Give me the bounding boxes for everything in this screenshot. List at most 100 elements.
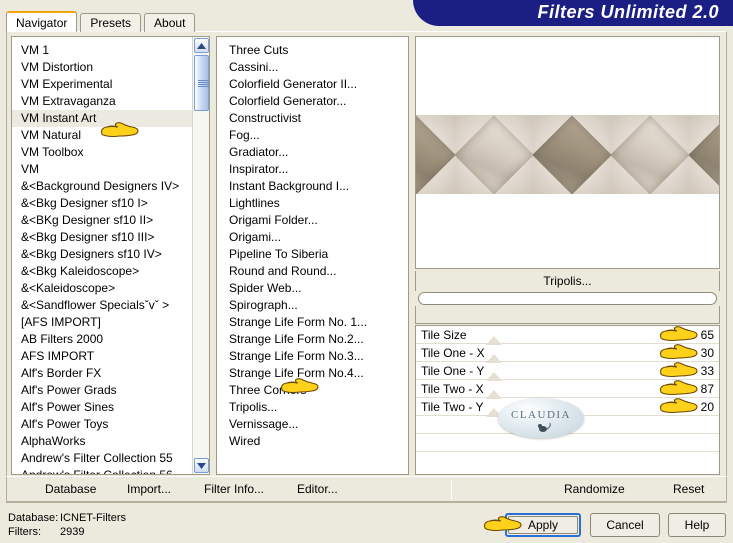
filter-item[interactable]: Three Cuts bbox=[217, 42, 408, 59]
filter-item[interactable]: Wired bbox=[217, 433, 408, 450]
preview-image[interactable] bbox=[415, 36, 720, 269]
slider-value: 30 bbox=[700, 346, 714, 360]
filter-item[interactable]: Colorfield Generator... bbox=[217, 93, 408, 110]
tab-navigator[interactable]: Navigator bbox=[6, 11, 78, 32]
filter-item[interactable]: Instant Background I... bbox=[217, 178, 408, 195]
scrollbar-grip-icon bbox=[198, 80, 209, 87]
progress-bar-area bbox=[415, 306, 720, 324]
menu-import[interactable]: Import... bbox=[127, 481, 171, 498]
tab-about[interactable]: About bbox=[144, 13, 196, 32]
category-item[interactable]: Alf's Power Toys bbox=[12, 416, 192, 433]
parameter-slider-list[interactable]: Tile Size 65 Tile One - X 30 Tile One - Y 33 T… bbox=[415, 325, 720, 475]
preview-tile bbox=[689, 115, 719, 194]
filter-item[interactable]: Inspirator... bbox=[217, 161, 408, 178]
scrollbar-thumb[interactable] bbox=[194, 55, 209, 111]
menu-separator bbox=[451, 480, 452, 499]
filter-item[interactable]: Spider Web... bbox=[217, 280, 408, 297]
slider-label: Tile Two - Y bbox=[421, 400, 484, 414]
category-item[interactable]: &<Background Designers IV> bbox=[12, 178, 192, 195]
help-button-label: Help bbox=[684, 518, 710, 532]
category-item[interactable]: VM bbox=[12, 161, 192, 178]
category-item[interactable]: VM Distortion bbox=[12, 59, 192, 76]
scroll-up-icon[interactable] bbox=[194, 38, 209, 53]
filter-item[interactable]: Origami... bbox=[217, 229, 408, 246]
category-item[interactable]: &<Kaleidoscope> bbox=[12, 280, 192, 297]
filter-item[interactable]: Three Corners bbox=[217, 382, 408, 399]
progress-bar bbox=[418, 292, 717, 305]
filter-item[interactable]: Spirograph... bbox=[217, 297, 408, 314]
filter-item[interactable]: Tripolis... bbox=[217, 399, 408, 416]
category-item[interactable]: &<Bkg Designer sf10 III> bbox=[12, 229, 192, 246]
menu-randomize[interactable]: Randomize bbox=[564, 481, 625, 498]
category-item[interactable]: Alf's Border FX bbox=[12, 365, 192, 382]
category-list-scrollbar[interactable] bbox=[192, 37, 209, 474]
category-item[interactable]: AB Filters 2000 bbox=[12, 331, 192, 348]
filter-item[interactable]: Strange Life Form No. 1... bbox=[217, 314, 408, 331]
main-panel: VM 1 VM Distortion VM Experimental VM Extra… bbox=[6, 31, 727, 503]
filter-item[interactable]: Vernissage... bbox=[217, 416, 408, 433]
filter-item[interactable]: Strange Life Form No.2... bbox=[217, 331, 408, 348]
apply-button[interactable]: Apply bbox=[505, 513, 581, 537]
menu-database[interactable]: Database bbox=[45, 481, 96, 498]
filter-item[interactable]: Lightlines bbox=[217, 195, 408, 212]
category-item[interactable]: AFS IMPORT bbox=[12, 348, 192, 365]
slider-row[interactable]: Tile Size 65 bbox=[416, 326, 719, 345]
tab-strip: Navigator Presets About bbox=[6, 11, 196, 32]
category-item[interactable]: VM Toolbox bbox=[12, 144, 192, 161]
status-filters-label: Filters: bbox=[8, 526, 41, 538]
category-item[interactable]: [AFS IMPORT] bbox=[12, 314, 192, 331]
category-item[interactable]: VM 1 bbox=[12, 42, 192, 59]
slider-row[interactable]: Tile Two - Y 20 bbox=[416, 398, 719, 417]
category-item[interactable]: &<Bkg Designer sf10 I> bbox=[12, 195, 192, 212]
status-filters-value: 2939 bbox=[60, 526, 85, 538]
category-item[interactable]: Alf's Power Sines bbox=[12, 399, 192, 416]
category-item[interactable]: VM Instant Art bbox=[12, 110, 192, 127]
category-item[interactable]: &<Bkg Kaleidoscope> bbox=[12, 263, 192, 280]
preview-tile bbox=[416, 115, 455, 194]
slider-value: 65 bbox=[700, 328, 714, 342]
filter-item[interactable]: Origami Folder... bbox=[217, 212, 408, 229]
filter-item[interactable]: Colorfield Generator II... bbox=[217, 76, 408, 93]
tab-presets[interactable]: Presets bbox=[80, 13, 142, 32]
help-button[interactable]: Help bbox=[668, 513, 726, 537]
slider-row[interactable]: Tile Two - X 87 bbox=[416, 380, 719, 399]
category-item[interactable]: VM Experimental bbox=[12, 76, 192, 93]
slider-label: Tile Size bbox=[421, 328, 467, 342]
filter-item[interactable]: Cassini... bbox=[217, 59, 408, 76]
filter-list-body: Three Cuts Cassini... Colorfield Generator… bbox=[217, 37, 408, 474]
category-item[interactable]: &<Sandflower Specialsˇvˇ > bbox=[12, 297, 192, 314]
filter-item[interactable]: Strange Life Form No.3... bbox=[217, 348, 408, 365]
filter-list[interactable]: Three Cuts Cassini... Colorfield Generator… bbox=[216, 36, 409, 475]
apply-button-label: Apply bbox=[527, 518, 559, 532]
filter-item[interactable]: Fog... bbox=[217, 127, 408, 144]
status-database-value: ICNET-Filters bbox=[60, 512, 126, 524]
category-item[interactable]: &<BKg Designer sf10 II> bbox=[12, 212, 192, 229]
filter-item[interactable]: Constructivist bbox=[217, 110, 408, 127]
category-item[interactable]: Andrew's Filter Collection 56 bbox=[12, 467, 192, 474]
slider-value: 20 bbox=[700, 400, 714, 414]
category-item[interactable]: &<Bkg Designers sf10 IV> bbox=[12, 246, 192, 263]
slider-row[interactable]: Tile One - Y 33 bbox=[416, 362, 719, 381]
filter-item[interactable]: Pipeline To Siberia bbox=[217, 246, 408, 263]
category-item[interactable]: Alf's Power Grads bbox=[12, 382, 192, 399]
filter-item[interactable]: Gradiator... bbox=[217, 144, 408, 161]
menu-editor[interactable]: Editor... bbox=[297, 481, 338, 498]
scroll-down-icon[interactable] bbox=[194, 458, 209, 473]
category-item[interactable]: AlphaWorks bbox=[12, 433, 192, 450]
filter-category-list[interactable]: VM 1 VM Distortion VM Experimental VM Extra… bbox=[11, 36, 210, 475]
slider-row[interactable]: Tile One - X 30 bbox=[416, 344, 719, 363]
category-item[interactable]: VM Extravaganza bbox=[12, 93, 192, 110]
filter-category-list-body: VM 1 VM Distortion VM Experimental VM Extra… bbox=[12, 37, 192, 474]
slider-label: Tile One - Y bbox=[421, 364, 485, 378]
category-item[interactable]: VM Natural bbox=[12, 127, 192, 144]
cancel-button[interactable]: Cancel bbox=[590, 513, 660, 537]
category-item[interactable]: Andrew's Filter Collection 55 bbox=[12, 450, 192, 467]
slider-row-empty bbox=[416, 434, 719, 452]
filter-item[interactable]: Strange Life Form No.4... bbox=[217, 365, 408, 382]
cancel-button-label: Cancel bbox=[606, 518, 644, 532]
menu-reset[interactable]: Reset bbox=[673, 481, 704, 498]
filter-item[interactable]: Round and Round... bbox=[217, 263, 408, 280]
slider-row-empty bbox=[416, 416, 719, 434]
menu-filter-info[interactable]: Filter Info... bbox=[204, 481, 264, 498]
preview-tile bbox=[533, 115, 611, 194]
